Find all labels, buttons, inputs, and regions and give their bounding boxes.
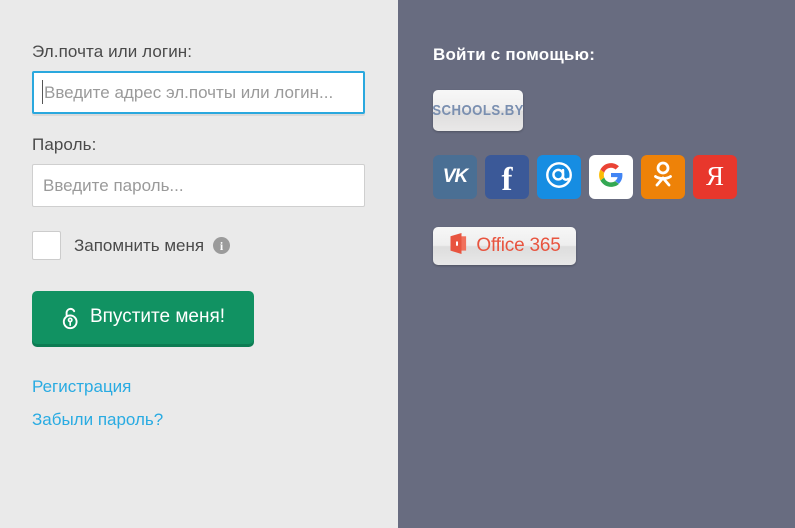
schools-by-logo: SCHOOLS.BY bbox=[432, 102, 524, 119]
password-input[interactable] bbox=[32, 164, 365, 207]
submit-login-label: Впустите меня! bbox=[89, 306, 226, 327]
info-icon[interactable]: i bbox=[213, 237, 231, 254]
login-page: Эл.почта или логин: Пароль: Запомнить ме… bbox=[0, 0, 795, 528]
login-form-panel: Эл.почта или логин: Пароль: Запомнить ме… bbox=[0, 0, 398, 528]
open-padlock-icon bbox=[61, 305, 80, 330]
schools-by-button[interactable]: SCHOOLS.BY bbox=[432, 90, 524, 131]
submit-login-button[interactable]: Впустите меня! bbox=[32, 291, 254, 344]
yandex-icon: Я bbox=[705, 160, 724, 191]
office-365-logo bbox=[448, 232, 469, 260]
forgot-password-link[interactable]: Забыли пароль? bbox=[32, 410, 398, 430]
remember-me-checkbox[interactable] bbox=[32, 231, 61, 260]
odnoklassniki-icon bbox=[651, 161, 675, 194]
mailru-icon bbox=[544, 160, 574, 195]
vk-icon: VK bbox=[442, 166, 468, 187]
yandex-login-button[interactable]: Я bbox=[693, 155, 737, 199]
register-link[interactable]: Регистрация bbox=[32, 377, 398, 397]
password-label: Пароль: bbox=[32, 135, 97, 154]
google-icon bbox=[598, 162, 624, 193]
office365-login-button[interactable]: Office 365 bbox=[433, 227, 576, 265]
remember-me-row[interactable]: Запомнить меня i bbox=[32, 231, 398, 260]
remember-me-label: Запомнить меня bbox=[74, 235, 205, 255]
text-caret bbox=[42, 80, 43, 104]
email-label: Эл.почта или логин: bbox=[32, 42, 193, 61]
vk-login-button[interactable]: VK bbox=[433, 155, 477, 199]
facebook-icon: f bbox=[501, 161, 513, 198]
auxiliary-links: Регистрация Забыли пароль? bbox=[32, 377, 398, 430]
social-provider-list: VK f Я bbox=[433, 155, 795, 199]
odnoklassniki-login-button[interactable] bbox=[641, 155, 685, 199]
mailru-login-button[interactable] bbox=[537, 155, 581, 199]
social-login-panel: Войти с помощью: SCHOOLS.BY VK f Я Offic… bbox=[398, 0, 795, 528]
office-365-label: Office 365 bbox=[476, 235, 561, 256]
facebook-login-button[interactable]: f bbox=[485, 155, 529, 199]
email-input[interactable] bbox=[32, 71, 365, 114]
social-login-title: Войти с помощью: bbox=[433, 45, 596, 64]
email-input-wrapper bbox=[32, 71, 365, 114]
google-login-button[interactable] bbox=[589, 155, 633, 199]
